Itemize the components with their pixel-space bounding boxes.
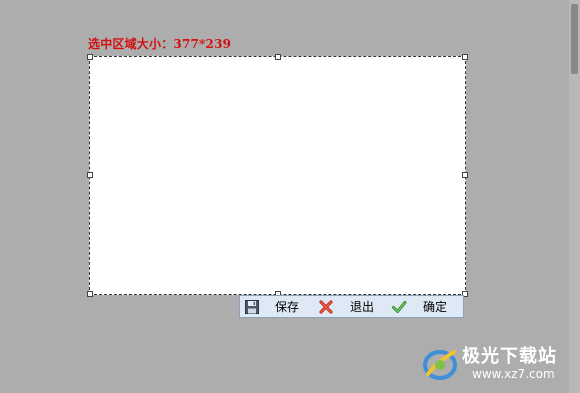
capture-toolbar: 保存 退出 确定 <box>239 295 464 318</box>
floppy-disk-icon <box>244 299 260 315</box>
capture-selection-area[interactable] <box>87 54 468 297</box>
resize-handle-top[interactable] <box>275 54 281 60</box>
red-x-icon <box>318 299 334 315</box>
save-label: 保存 <box>275 300 300 314</box>
resize-handle-right[interactable] <box>462 172 468 178</box>
selection-size-label: 选中区域大小：377*239 <box>88 37 232 51</box>
resize-handle-bottom-left[interactable] <box>87 291 93 297</box>
scrollbar-thumb[interactable] <box>571 4 578 74</box>
vertical-scrollbar[interactable] <box>569 0 580 393</box>
exit-button[interactable]: 退出 <box>318 296 374 317</box>
exit-label: 退出 <box>350 300 375 314</box>
watermark: 极光下载站 www.xz7.com <box>420 340 570 388</box>
confirm-button[interactable]: 确定 <box>391 296 447 317</box>
green-check-icon <box>391 299 407 315</box>
resize-handle-left[interactable] <box>87 172 93 178</box>
watermark-title: 极光下载站 <box>462 346 557 367</box>
watermark-logo-icon <box>423 350 457 380</box>
confirm-label: 确定 <box>423 300 448 314</box>
save-button[interactable]: 保存 <box>244 296 299 317</box>
resize-handle-top-left[interactable] <box>87 54 93 60</box>
resize-handle-top-right[interactable] <box>462 54 468 60</box>
watermark-url: www.xz7.com <box>472 367 555 381</box>
